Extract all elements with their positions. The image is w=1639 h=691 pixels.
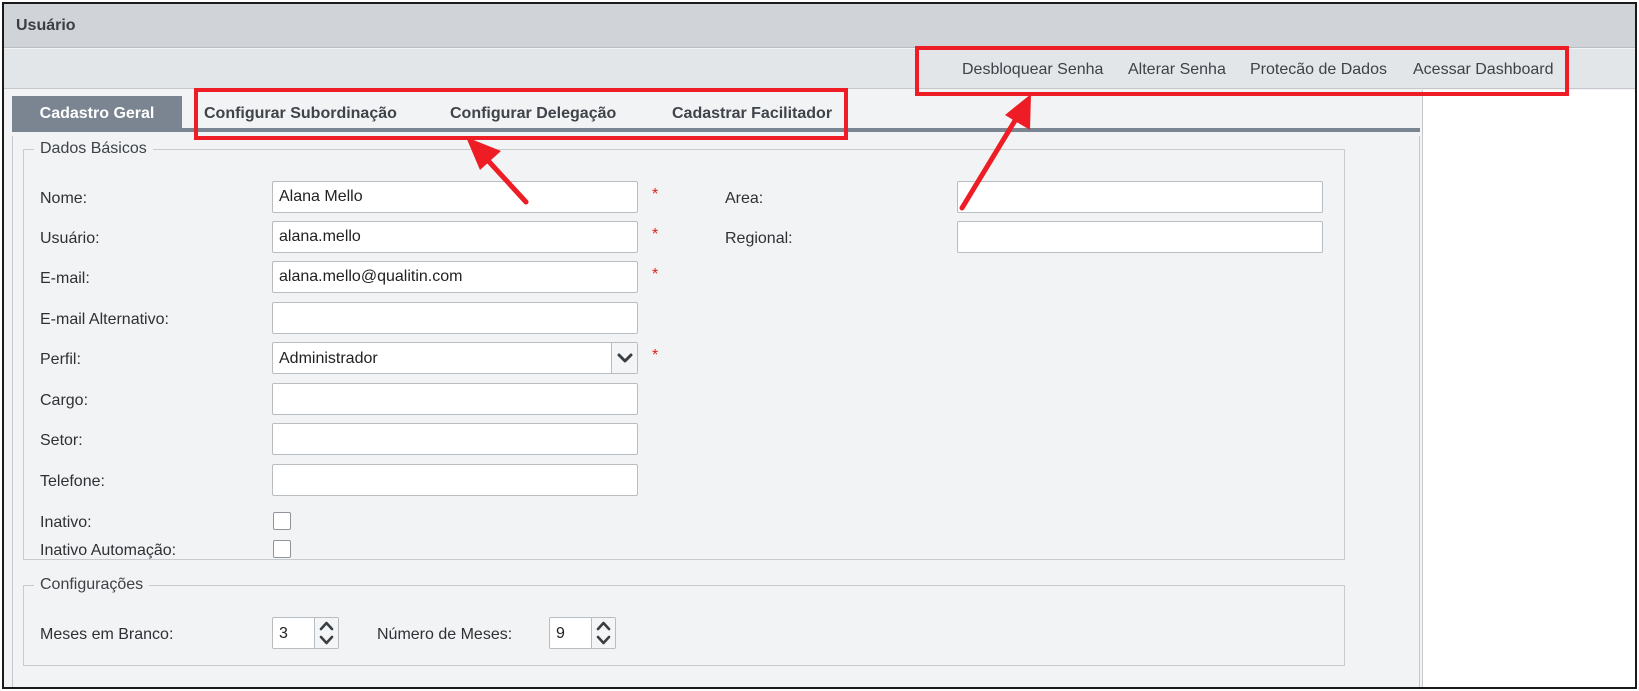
app-window: Usuário Desbloquear Senha Alterar Senha … [2,2,1637,689]
arrow-icon [466,94,1031,211]
